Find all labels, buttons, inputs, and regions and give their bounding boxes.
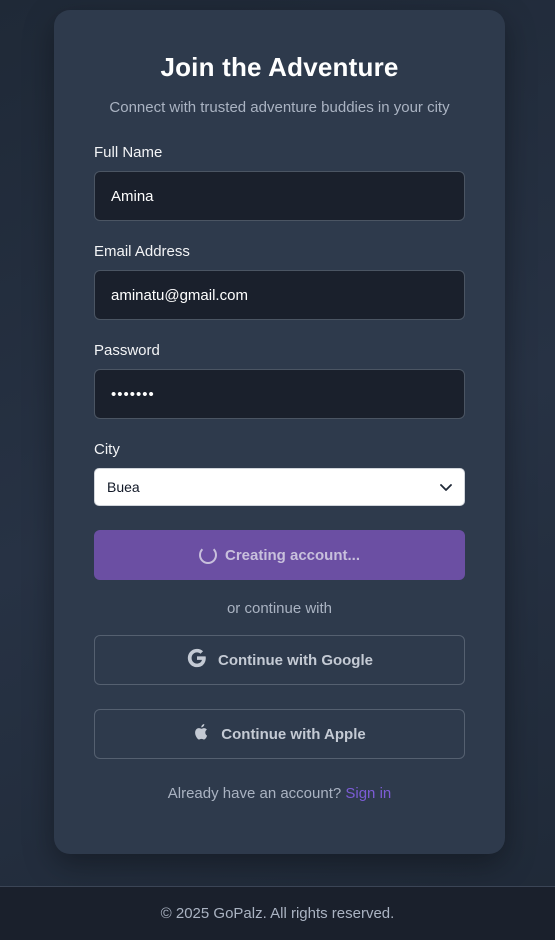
divider-text: or continue with [226,600,333,617]
city-selected-value: Buea [107,479,140,495]
chevron-down-icon [440,479,452,495]
create-account-label: Creating account... [224,546,361,564]
password-input[interactable]: ••••••• [94,369,465,419]
loading-spinner-icon [198,546,217,564]
page-title: Join the Adventure [160,52,399,82]
full-name-value: Amina [111,187,154,205]
create-account-button[interactable]: Creating account... [94,530,465,580]
google-icon [186,647,208,673]
full-name-input[interactable]: Amina [94,171,465,221]
google-signin-button[interactable]: Continue with Google [94,635,465,685]
email-label: Email Address [94,243,190,260]
full-name-label: Full Name [94,144,163,161]
google-signin-label: Continue with Google [218,651,373,669]
password-field-group: Password ••••••• [94,342,465,419]
city-label: City [94,441,120,458]
email-input[interactable]: aminatu@gmail.com [94,270,465,320]
signin-row: Already have an account? Sign in [94,785,465,802]
footer: © 2025 GoPalz. All rights reserved. [0,886,555,940]
signin-prompt: Already have an account? [167,785,342,802]
signup-card: Join the Adventure Connect with trusted … [54,10,505,854]
apple-signin-button[interactable]: Continue with Apple [94,709,465,759]
email-value: aminatu@gmail.com [111,286,248,304]
password-value: ••••••• [111,385,155,403]
email-field-group: Email Address aminatu@gmail.com [94,243,465,320]
city-select[interactable]: Buea [94,468,465,506]
full-name-field-group: Full Name Amina [94,144,465,221]
password-label: Password [94,342,160,359]
signin-link[interactable]: Sign in [345,785,391,802]
footer-copyright: © 2025 GoPalz. All rights reserved. [160,905,395,922]
apple-signin-label: Continue with Apple [221,725,366,743]
city-field-group: City Buea [94,441,465,506]
page-subtitle: Connect with trusted adventure buddies i… [109,99,450,116]
apple-icon [193,722,211,746]
